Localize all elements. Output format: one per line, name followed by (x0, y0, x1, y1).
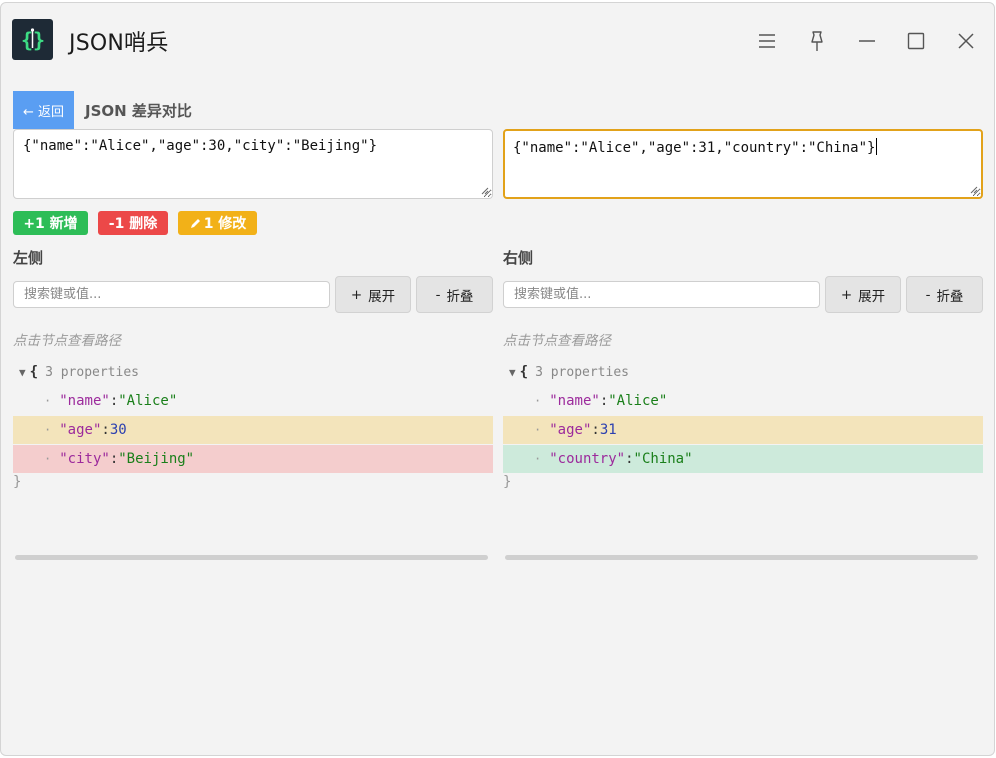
right-json-input[interactable]: {"name":"Alice","age":31,"country":"Chin… (503, 129, 983, 199)
plus-icon: + (840, 286, 853, 303)
row-colon: : (625, 451, 634, 467)
right-tree-root-node[interactable]: ▼ { 3 properties (509, 362, 629, 382)
resize-grip-icon[interactable] (968, 184, 978, 194)
close-icon[interactable] (952, 27, 980, 55)
bullet: · (534, 452, 542, 466)
row-key: "name" (59, 393, 110, 409)
right-panel-title: 右侧 (503, 249, 534, 267)
right-tree-row-age[interactable]: · "age":31 (503, 416, 983, 444)
right-tree-row-country[interactable]: · "country": "China" (503, 445, 983, 473)
bullet: · (534, 394, 542, 408)
row-value: "Alice" (608, 393, 668, 409)
expand-toggle-icon[interactable]: ▼ (509, 366, 516, 379)
added-count-badge: +1 新增 (13, 211, 88, 235)
left-tree-row-city[interactable]: · "city": "Beijing" (13, 445, 493, 473)
right-json-text: {"name":"Alice","age":31,"country":"Chin… (513, 140, 876, 156)
left-tree-row-name[interactable]: · "name": "Alice" (13, 387, 493, 415)
left-tree-root-node[interactable]: ▼ { 3 properties (19, 362, 139, 382)
row-key: "age" (549, 422, 592, 438)
plus-icon: + (350, 286, 363, 303)
row-key: "country" (549, 451, 626, 467)
left-path-hint: 点击节点查看路径 (13, 333, 121, 349)
left-search-input[interactable] (13, 281, 330, 308)
row-colon: : (109, 451, 119, 467)
pencil-icon (190, 218, 200, 228)
minus-icon: - (925, 286, 931, 303)
close-brace: } (13, 474, 22, 490)
left-panel-title: 左侧 (13, 249, 44, 267)
resize-grip-icon[interactable] (479, 185, 489, 195)
hamburger-menu-icon[interactable] (753, 27, 781, 55)
row-value: "China" (633, 451, 693, 467)
row-value: "Beijing" (118, 451, 195, 467)
right-collapse-button[interactable]: - 折叠 (906, 276, 983, 313)
row-colon: : (109, 393, 119, 409)
left-expand-button[interactable]: + 展开 (335, 276, 411, 313)
right-path-hint: 点击节点查看路径 (503, 333, 611, 349)
bullet: · (534, 423, 542, 437)
right-search-input[interactable] (503, 281, 820, 308)
right-expand-button[interactable]: + 展开 (825, 276, 901, 313)
left-collapse-button[interactable]: - 折叠 (416, 276, 493, 313)
app-title: JSON哨兵 (69, 31, 169, 56)
row-colon: : (591, 422, 600, 438)
svg-text:{: { (21, 28, 33, 52)
bullet: · (44, 394, 52, 408)
row-key: "name" (549, 393, 600, 409)
right-panel: 右侧 + 展开 - 折叠 点击节点查看路径 ▼ { 3 properties ·… (503, 243, 983, 573)
close-brace: } (503, 474, 512, 490)
row-key: "age" (59, 422, 102, 438)
right-expand-label: 展开 (858, 288, 886, 305)
property-count: 3 properties (535, 364, 629, 380)
row-colon: : (101, 422, 110, 438)
removed-count-badge: -1 删除 (98, 211, 168, 235)
left-json-text: {"name":"Alice","age":30,"city":"Beijing… (23, 138, 378, 154)
text-caret (876, 138, 878, 155)
left-horizontal-scrollbar[interactable] (15, 555, 488, 560)
bullet: · (44, 423, 52, 437)
row-colon: : (599, 393, 609, 409)
open-brace: { (29, 364, 39, 380)
property-count: 3 properties (45, 364, 139, 380)
row-value: 31 (599, 422, 617, 438)
row-key: "city" (59, 451, 110, 467)
svg-text:}: } (33, 28, 45, 52)
open-brace: { (519, 364, 529, 380)
expand-toggle-icon[interactable]: ▼ (19, 366, 26, 379)
page-title: JSON 差异对比 (85, 102, 192, 120)
left-json-input[interactable]: {"name":"Alice","age":30,"city":"Beijing… (13, 129, 493, 199)
right-horizontal-scrollbar[interactable] (505, 555, 978, 560)
modified-count-label: 1 修改 (203, 216, 247, 232)
left-tree-row-age[interactable]: · "age":30 (13, 416, 493, 444)
app-window: { } JSON哨兵 ← 返回 JSON 差异对比 {"name":"Alice… (0, 2, 995, 756)
row-value: 30 (109, 422, 127, 438)
title-bar: { } JSON哨兵 (1, 3, 994, 75)
pin-icon[interactable] (803, 27, 831, 55)
left-collapse-label: 折叠 (446, 288, 474, 305)
back-button[interactable]: ← 返回 (13, 91, 74, 129)
minus-icon: - (435, 286, 441, 303)
left-panel: 左侧 + 展开 - 折叠 点击节点查看路径 ▼ { 3 properties ·… (13, 243, 493, 573)
bullet: · (44, 452, 52, 466)
curly-braces-icon: { } (12, 19, 53, 60)
minimize-icon[interactable] (853, 27, 881, 55)
right-tree-row-name[interactable]: · "name": "Alice" (503, 387, 983, 415)
modified-count-badge: 1 修改 (178, 211, 257, 235)
maximize-icon[interactable] (902, 27, 930, 55)
left-expand-label: 展开 (368, 288, 396, 305)
row-value: "Alice" (118, 393, 178, 409)
right-collapse-label: 折叠 (936, 288, 964, 305)
